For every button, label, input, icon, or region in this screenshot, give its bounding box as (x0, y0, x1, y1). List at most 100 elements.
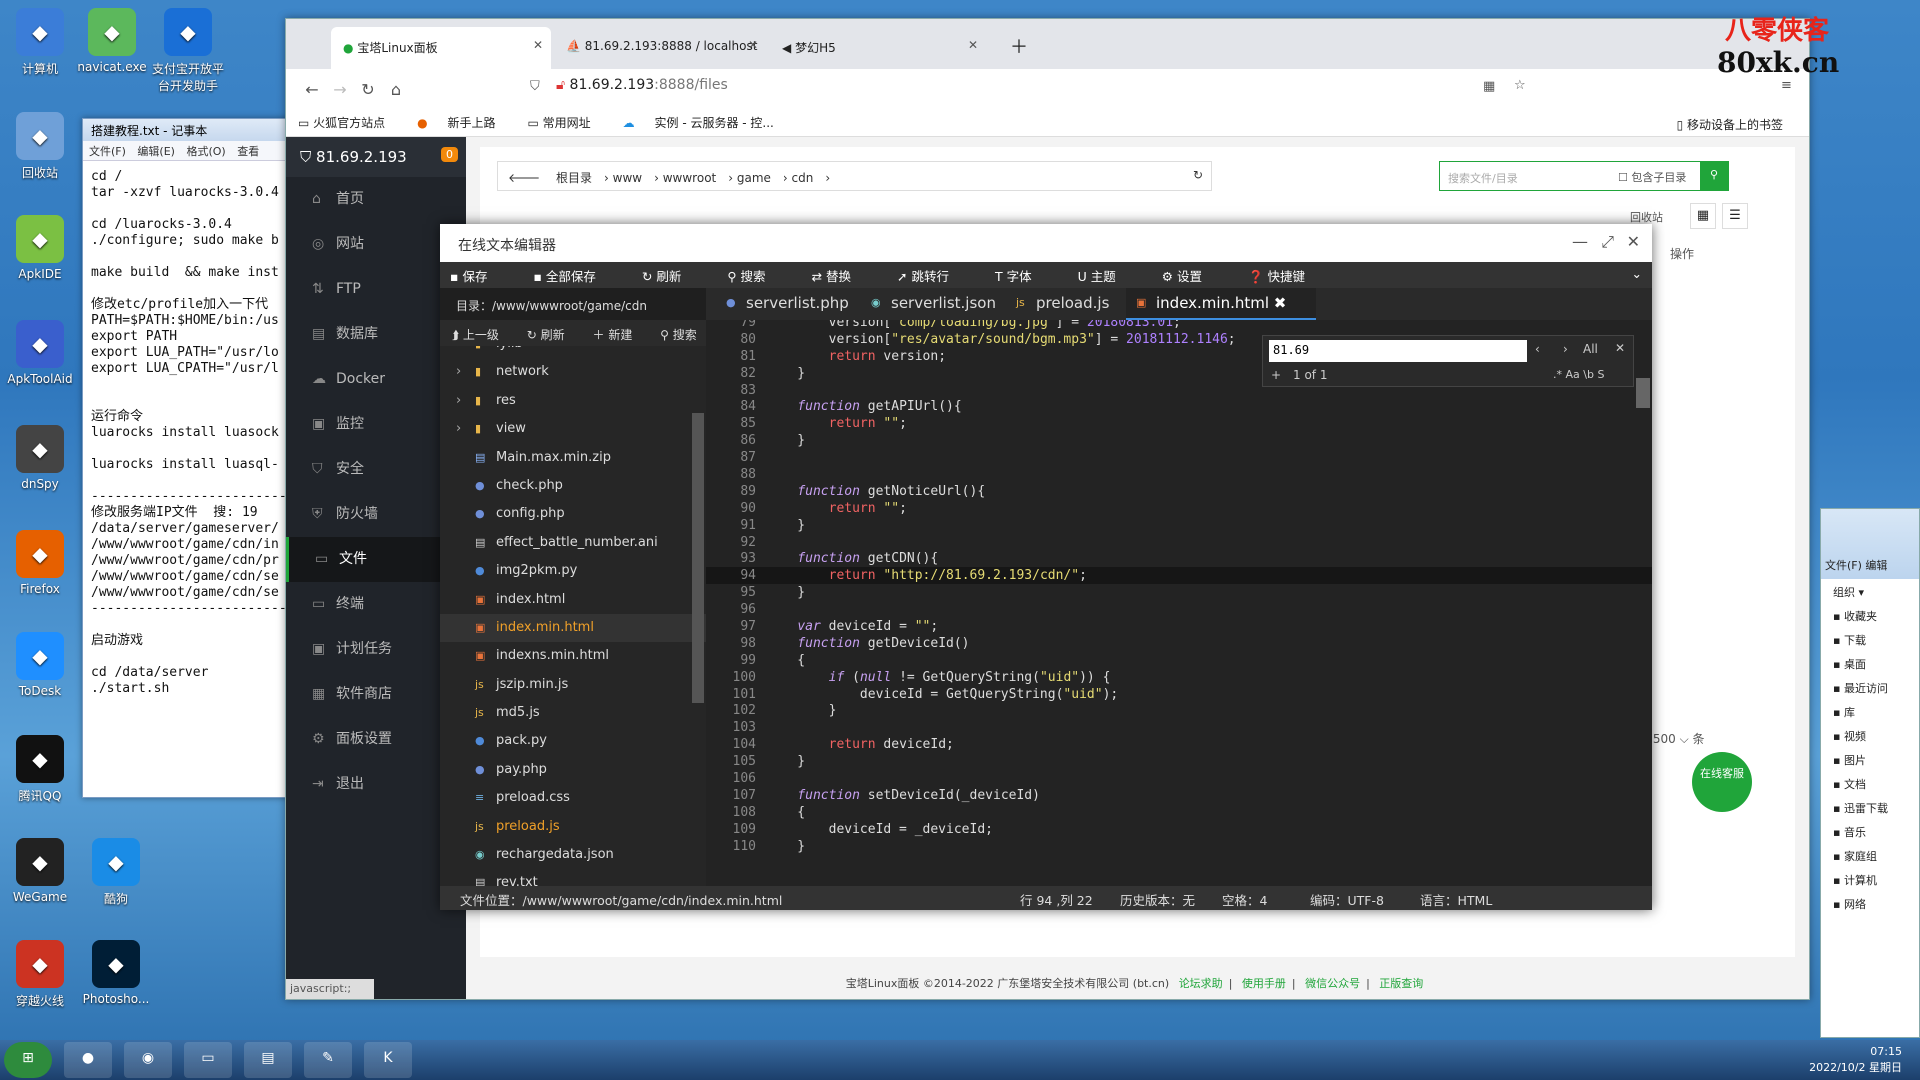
tab-phpmyadmin[interactable]: ⛵ 81.69.2.193:8888 / localhost ✕ (554, 27, 766, 69)
desktop-icon[interactable]: ◆ 回收站 (0, 112, 80, 181)
find-options[interactable]: .* Aa \b S (1553, 368, 1604, 381)
crumb-cdn[interactable]: cdn (792, 171, 814, 185)
explorer-nav-item[interactable]: ▪ 视频 (1821, 723, 1919, 747)
desktop-icon[interactable]: ◆ 穿越火线 (0, 940, 80, 1009)
file-tree-item[interactable]: ● pay.php (440, 756, 706, 784)
footer-link-forum[interactable]: 论坛求助 (1179, 977, 1223, 990)
explorer-menu-file[interactable]: 文件(F) (1825, 559, 1862, 572)
desktop-icon[interactable]: ◆ 支付宝开放平台开发助手 (148, 8, 228, 94)
sidebar-item[interactable]: ▭ 终端 (286, 582, 466, 627)
clock[interactable]: 07:15 2022/10/2 星期日 (1809, 1044, 1902, 1076)
notepad-text[interactable]: cd / tar -xzvf luarocks-3.0.4 cd /luaroc… (83, 161, 291, 761)
shortcuts-button[interactable]: ❓ 快捷键 (1248, 266, 1328, 285)
notepad-menu-format[interactable]: 格式(O) (186, 145, 225, 158)
code-line[interactable]: 105 } (706, 753, 1652, 770)
find-input[interactable]: 81.69 (1269, 340, 1527, 362)
home-icon[interactable]: ⌂ (382, 80, 410, 99)
breadcrumb[interactable]: 🡐 根目录 › www › wwwroot › game › cdn › ↻ (497, 161, 1212, 191)
taskbar-firefox-icon[interactable]: ◉ (124, 1042, 172, 1078)
tab-menghuan[interactable]: ◀ 梦幻H5 ✕ (770, 27, 986, 69)
code-line[interactable]: 107 function setDeviceId(_deviceId) (706, 787, 1652, 804)
new-tab-button[interactable]: ＋ (998, 27, 1028, 69)
desktop-icon[interactable]: ◆ ApkToolAid (0, 320, 80, 386)
theme-button[interactable]: U 主题 (1078, 266, 1139, 285)
sidebar-item[interactable]: ⚙ 面板设置 (286, 717, 466, 762)
file-tree-item[interactable]: ● config.php (440, 500, 706, 528)
file-tree-item[interactable]: ◉ rechargedata.json (440, 841, 706, 869)
search-icon[interactable]: ⚲ (1700, 162, 1728, 190)
desktop-icon[interactable]: ◆ ToDesk (0, 632, 80, 698)
refresh-icon[interactable]: ↻ (1193, 168, 1203, 182)
code-line[interactable]: 98 function getDeviceId() (706, 635, 1652, 652)
grid-view-icon[interactable]: ▦ (1690, 203, 1716, 229)
code-line[interactable]: 104 return deviceId; (706, 736, 1652, 753)
file-tree-item[interactable]: › ▮ lylib (440, 346, 706, 358)
code-line[interactable]: 85 return ""; (706, 415, 1652, 432)
save-all-button[interactable]: ▪ 全部保存 (533, 266, 618, 285)
code-line[interactable]: 93 function getCDN(){ (706, 550, 1652, 567)
file-tree-item[interactable]: ▤ Main.max.min.zip (440, 444, 706, 472)
find-next-icon[interactable]: › (1563, 342, 1568, 356)
code-line[interactable]: 97 var deviceId = ""; (706, 618, 1652, 635)
code-line[interactable]: 88 (706, 466, 1652, 483)
code-line[interactable]: 92 (706, 534, 1652, 551)
file-tree-item[interactable]: ● pack.py (440, 727, 706, 755)
sidebar-item[interactable]: ⇅ FTP (286, 267, 466, 312)
taskbar-desktop-icon[interactable]: ▭ (184, 1042, 232, 1078)
footer-link-manual[interactable]: 使用手册 (1242, 977, 1286, 990)
explorer-nav-item[interactable]: ▪ 下载 (1821, 627, 1919, 651)
editor-tab[interactable]: ◉ serverlist.json (861, 288, 1001, 320)
refresh-button[interactable]: ↻ 刷新 (642, 266, 704, 285)
taskbar-kugou-icon[interactable]: K (364, 1042, 412, 1078)
status-indent[interactable]: 空格：4 (1222, 890, 1267, 909)
footer-link-genuine[interactable]: 正版查询 (1379, 977, 1423, 990)
expand-replace-icon[interactable]: + (1271, 368, 1281, 382)
sidebar-item[interactable]: ⌂ 首页 (286, 177, 466, 222)
find-prev-icon[interactable]: ‹ (1535, 342, 1540, 356)
code-line[interactable]: 110 } (706, 838, 1652, 855)
close-icon[interactable]: ✕ (968, 38, 978, 52)
close-icon[interactable]: ✕ (533, 38, 543, 52)
desktop-icon[interactable]: ◆ 腾讯QQ (0, 735, 80, 804)
code-line[interactable]: 95 } (706, 584, 1652, 601)
code-line[interactable]: 96 (706, 601, 1652, 618)
start-button[interactable]: ⊞ (4, 1042, 52, 1078)
code-area[interactable]: 79 version["comp/loading/bg.jpg"] = 2018… (706, 320, 1652, 886)
desktop-icon[interactable]: ◆ 计算机 (0, 8, 80, 77)
url-bar[interactable]: 🔓︎ 81.69.2.193:8888/files (556, 77, 728, 93)
close-icon[interactable]: ✕ (1615, 341, 1625, 355)
explorer-organize[interactable]: 组织 ▾ (1821, 579, 1919, 603)
code-line[interactable]: 90 return ""; (706, 500, 1652, 517)
file-tree-item[interactable]: js jszip.min.js (440, 671, 706, 699)
reload-icon[interactable]: ↻ (354, 80, 382, 99)
code-line[interactable]: 94 return "http://81.69.2.193/cdn/"; (706, 567, 1652, 585)
crumb-root[interactable]: 根目录 (556, 171, 592, 185)
status-encoding[interactable]: 编码：UTF-8 (1310, 890, 1384, 909)
sidebar-item[interactable]: ▣ 计划任务 (286, 627, 466, 672)
sidebar-item[interactable]: ☁ Docker (286, 357, 466, 402)
sidebar-item[interactable]: ▣ 监控 (286, 402, 466, 447)
code-line[interactable]: 103 (706, 719, 1652, 736)
replace-button[interactable]: ⇄ 替换 (812, 266, 874, 285)
star-icon[interactable]: ☆ (1514, 78, 1526, 93)
code-scrollbar[interactable] (1636, 378, 1650, 408)
taskbar-recorder-icon[interactable]: ● (64, 1042, 112, 1078)
file-tree-item[interactable]: ● check.php (440, 472, 706, 500)
crumb-www[interactable]: www (613, 171, 642, 185)
editor-tab[interactable]: ● serverlist.php (716, 288, 856, 320)
recycle-bin-button[interactable]: 回收站 (1630, 209, 1663, 225)
file-tree-item[interactable]: › ▮ res (440, 387, 706, 415)
code-line[interactable]: 109 deviceId = _deviceId; (706, 821, 1652, 838)
sidebar-item[interactable]: ▦ 软件商店 (286, 672, 466, 717)
file-search[interactable]: 搜索文件/目录 ☐ 包含子目录 ⚲ (1439, 161, 1729, 191)
footer-link-wechat[interactable]: 微信公众号 (1305, 977, 1360, 990)
editor-tab[interactable]: ▣ index.min.html ✖ (1126, 288, 1316, 320)
file-tree-item[interactable]: › ▮ view (440, 415, 706, 443)
status-language[interactable]: 语言：HTML (1420, 890, 1492, 909)
desktop-icon[interactable]: ◆ 酷狗 (76, 838, 156, 907)
crumb-wwwroot[interactable]: wwwroot (663, 171, 717, 185)
explorer-nav-item[interactable]: ▪ 最近访问 (1821, 675, 1919, 699)
find-all-button[interactable]: All (1583, 342, 1598, 356)
tree-scrollbar[interactable] (692, 413, 704, 703)
bookmark-newbie[interactable]: ● 新手上路 (417, 114, 511, 131)
